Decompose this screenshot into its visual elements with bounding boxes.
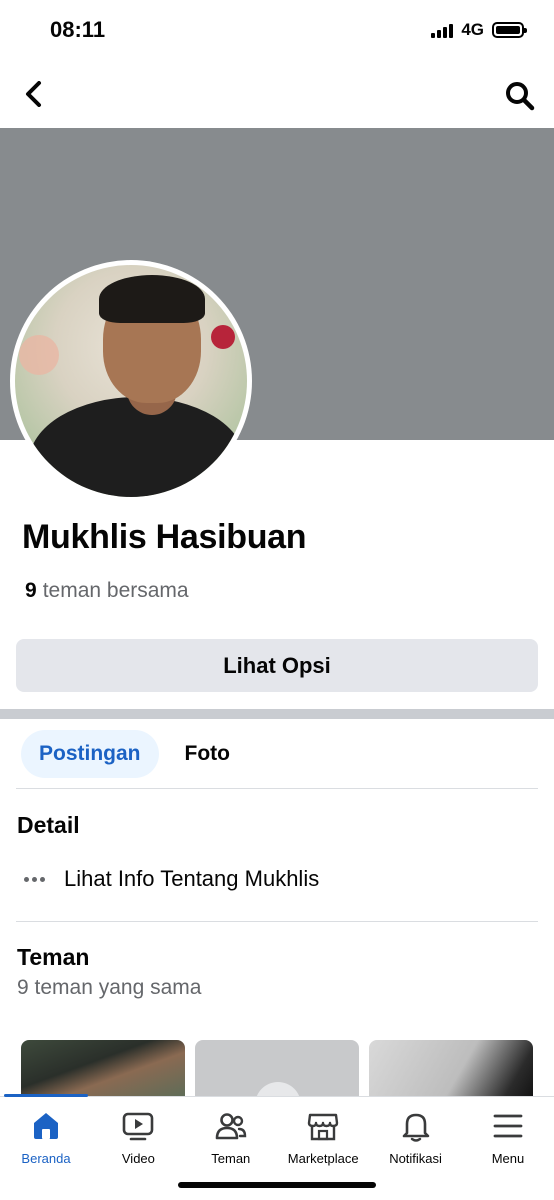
video-icon <box>123 1112 154 1141</box>
nav-label: Notifikasi <box>389 1151 442 1166</box>
search-icon <box>506 82 535 111</box>
profile-name: Mukhlis Hasibuan <box>22 518 307 556</box>
friends-icon <box>215 1113 246 1140</box>
bottom-nav: Beranda Video Teman Marketplace Notifika… <box>0 1094 554 1200</box>
nav-marketplace[interactable]: Marketplace <box>277 1097 369 1166</box>
divider <box>16 788 538 789</box>
mutual-count: 9 <box>25 579 37 602</box>
search-button[interactable] <box>500 76 540 116</box>
mutual-label: teman bersama <box>42 579 189 602</box>
nav-menu[interactable]: Menu <box>462 1097 554 1166</box>
nav-label: Marketplace <box>287 1151 359 1166</box>
marketplace-icon <box>307 1113 339 1141</box>
active-tab-indicator <box>4 1094 88 1097</box>
profile-avatar[interactable] <box>10 260 252 502</box>
nav-label: Menu <box>491 1151 525 1166</box>
nav-label: Teman <box>211 1151 251 1166</box>
friends-title: Teman <box>17 944 90 970</box>
more-dots-icon <box>22 876 46 882</box>
status-bar: 08:11 4G <box>0 0 554 60</box>
top-nav <box>0 66 554 122</box>
home-indicator[interactable] <box>178 1182 376 1188</box>
nav-label: Video <box>121 1151 155 1166</box>
status-indicators: 4G <box>431 20 527 40</box>
nav-video[interactable]: Video <box>92 1097 184 1166</box>
signal-icon <box>431 22 454 38</box>
about-info-link[interactable]: Lihat Info Tentang Mukhlis <box>22 866 319 892</box>
about-info-label: Lihat Info Tentang Mukhlis <box>64 866 320 891</box>
view-options-button[interactable]: Lihat Opsi <box>16 639 538 692</box>
profile-tabs: Postingan Foto <box>21 730 248 778</box>
mutual-friends[interactable]: 9 teman bersama <box>25 579 189 603</box>
friend-photo[interactable] <box>369 1040 533 1100</box>
nav-friends[interactable]: Teman <box>185 1097 277 1166</box>
nav-label: Beranda <box>21 1151 71 1166</box>
nav-notifications[interactable]: Notifikasi <box>370 1097 462 1166</box>
status-time: 08:11 <box>50 17 106 42</box>
battery-icon <box>492 22 527 38</box>
menu-icon <box>493 1114 523 1138</box>
tab-posts[interactable]: Postingan <box>21 730 159 778</box>
tab-photos[interactable]: Foto <box>167 730 248 778</box>
details-title: Detail <box>17 812 80 838</box>
network-type: 4G <box>461 20 484 39</box>
avatar-photo <box>15 265 247 497</box>
home-icon <box>34 1113 58 1139</box>
section-separator <box>0 709 554 719</box>
chevron-left-icon <box>26 81 41 107</box>
back-button[interactable] <box>16 76 52 112</box>
divider <box>16 921 538 922</box>
nav-home[interactable]: Beranda <box>0 1097 92 1166</box>
friend-photo[interactable] <box>195 1040 359 1100</box>
friends-subtitle: 9 teman yang sama <box>17 976 202 999</box>
bell-icon <box>402 1113 429 1142</box>
friend-photo[interactable] <box>21 1040 185 1100</box>
